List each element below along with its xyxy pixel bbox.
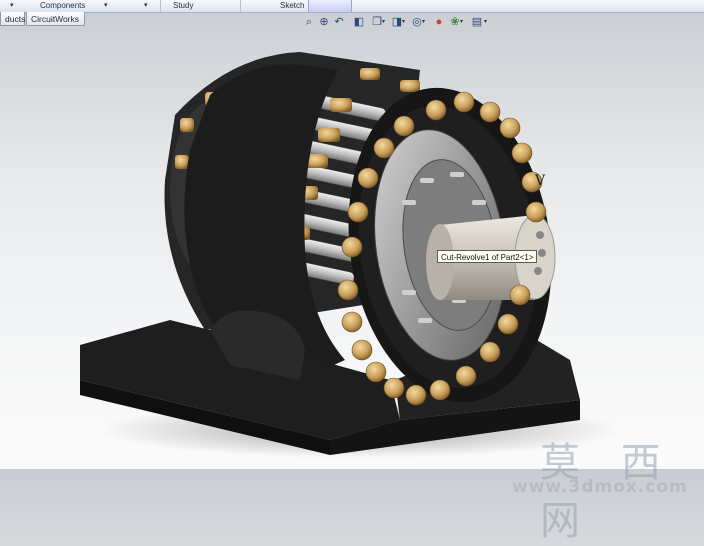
motor-model[interactable] [0, 30, 704, 469]
active-ribbon-tab[interactable] [308, 0, 352, 12]
ribbon-divider [240, 0, 241, 12]
components-button[interactable]: Components [40, 1, 85, 10]
tab-products[interactable]: ducts [0, 12, 25, 26]
axis-mark: V [535, 173, 546, 189]
zoom-to-fit-icon[interactable]: ⌕ [302, 15, 316, 29]
shaft-hole [536, 231, 544, 239]
ribbon-divider [160, 0, 161, 12]
shaft-hole [534, 267, 542, 275]
selection-tooltip: Cut-Revolve1 of Part2<1> [437, 250, 537, 263]
view-settings-icon[interactable]: ▤ [470, 15, 484, 29]
zoom-area-icon[interactable]: ⊕ [317, 15, 331, 29]
previous-view-icon[interactable]: ↶ [332, 15, 346, 29]
chevron-down-icon[interactable]: ▾ [484, 18, 487, 25]
ribbon-dropdown-arrow-icon[interactable]: ▾ [10, 1, 14, 9]
command-manager-ribbon: ▾ Components ▾ ▾ Study Sketch [0, 0, 704, 13]
sketch-button[interactable]: Sketch [280, 1, 304, 10]
chevron-down-icon[interactable]: ▾ [422, 18, 425, 25]
components-dropdown-icon[interactable]: ▾ [104, 1, 108, 9]
chevron-down-icon[interactable]: ▾ [460, 18, 463, 25]
tab-circuitworks[interactable]: CircuitWorks [26, 12, 85, 26]
shaft-hole [538, 249, 546, 257]
chevron-down-icon[interactable]: ▾ [382, 18, 385, 25]
section-view-icon[interactable]: ◧ [352, 15, 366, 29]
graphics-area[interactable]: V Cut-Revolve1 of Part2<1> 莫 西 网 www.3dm… [0, 30, 704, 544]
chevron-down-icon[interactable]: ▾ [402, 18, 405, 25]
study-button[interactable]: Study [173, 1, 193, 10]
edit-appearance-icon[interactable]: ● [432, 15, 446, 29]
watermark-url: www.3dmox.com [512, 477, 688, 497]
ribbon-dropdown-arrow-icon[interactable]: ▾ [144, 1, 148, 9]
